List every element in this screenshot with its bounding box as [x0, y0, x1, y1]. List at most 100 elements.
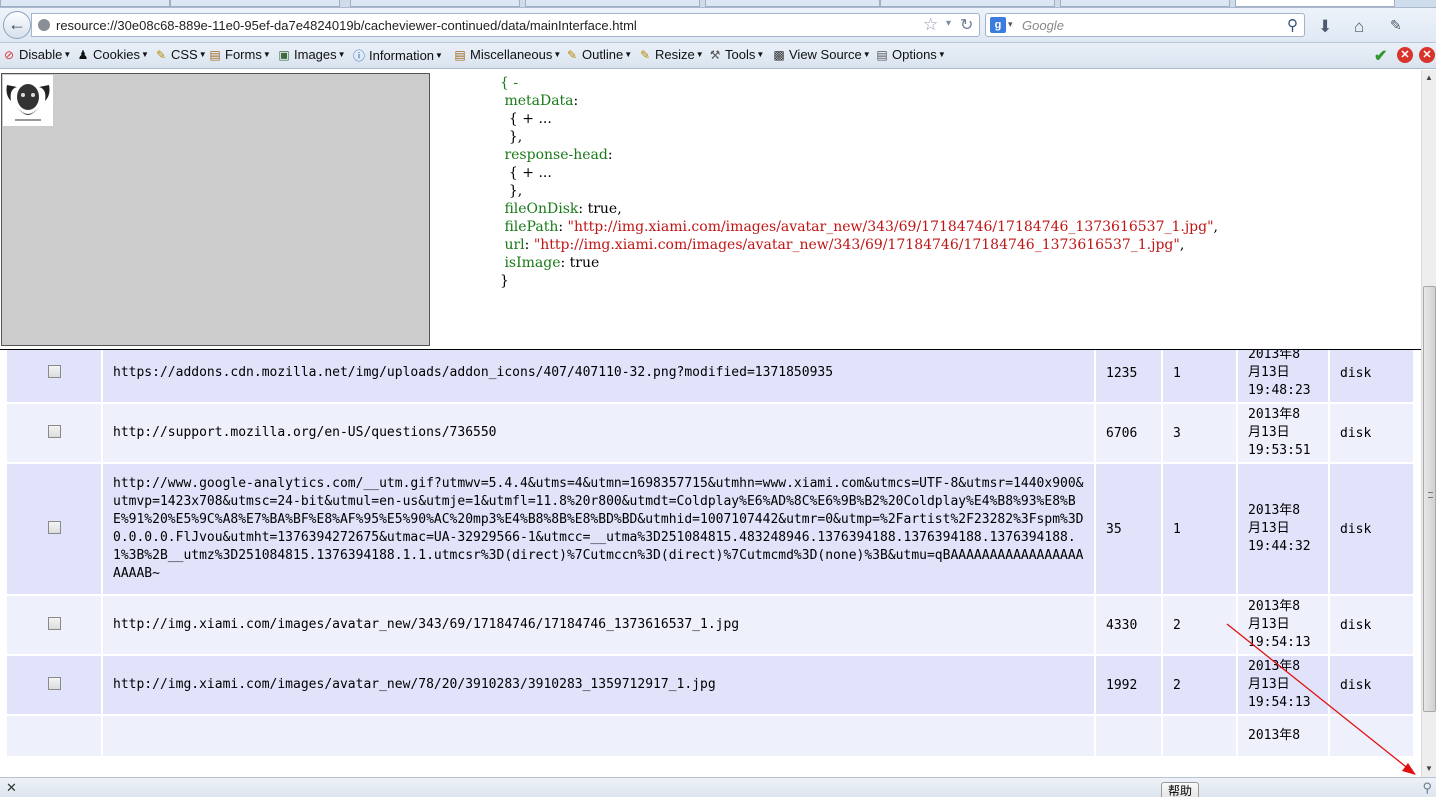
row-select-cell: [7, 404, 101, 462]
url-cell: [103, 716, 1094, 756]
navigation-bar: ← resource://30e08c68-889e-11e0-95ef-da7…: [0, 8, 1436, 43]
row-checkbox[interactable]: [47, 424, 61, 438]
scroll-up-arrow-icon[interactable]: ▲: [1425, 73, 1433, 82]
error-icon[interactable]: ✕: [1397, 47, 1413, 63]
globe-icon: [38, 19, 50, 31]
json-text: :: [573, 93, 579, 109]
json-line: { + ...: [500, 164, 1218, 182]
menu-resize[interactable]: ✎ Resize▼: [638, 47, 704, 62]
tab[interactable]: [0, 0, 170, 7]
date-line: 月13日: [1248, 365, 1290, 380]
json-line: response-head:: [500, 146, 1218, 164]
json-text: },: [504, 129, 523, 145]
close-addon-bar-icon[interactable]: ✕: [6, 780, 17, 796]
download-icon[interactable]: ⬇: [1318, 17, 1332, 37]
menu-cookies[interactable]: ♟ Cookies▼: [76, 47, 149, 62]
json-key: filePath: [504, 219, 559, 235]
row-checkbox[interactable]: [47, 676, 61, 690]
menu-css[interactable]: ✎ CSS▼: [154, 47, 207, 62]
json-line: },: [500, 128, 1218, 146]
menu-forms[interactable]: ▤ Forms▼: [208, 47, 270, 62]
resize-icon: ✎: [639, 48, 651, 62]
table-row[interactable]: http://img.xiami.com/images/avatar_new/3…: [7, 596, 1413, 654]
main-content: https://addons.mozilla.org/_files/459590…: [0, 70, 1421, 777]
home-icon[interactable]: ⌂: [1354, 17, 1364, 37]
json-line: url: "http://img.xiami.com/images/avatar…: [500, 236, 1218, 254]
url-text[interactable]: resource://30e08c68-889e-11e0-95ef-da7e4…: [56, 18, 637, 33]
tab[interactable]: [170, 0, 340, 7]
table-row[interactable]: http://www.google-analytics.com/__utm.gi…: [7, 464, 1413, 594]
json-viewer: { - metaData: { + ... }, response-head: …: [500, 74, 1218, 290]
bookmark-star-icon[interactable]: ☆: [923, 15, 938, 35]
date-line: 月13日: [1248, 617, 1290, 632]
json-text: ,: [1213, 219, 1218, 235]
count-cell: [1163, 716, 1236, 756]
json-key: metaData: [504, 93, 574, 109]
json-text: ,: [1179, 237, 1185, 253]
tab[interactable]: [1060, 0, 1230, 7]
back-button[interactable]: ←: [3, 11, 31, 39]
menu-images[interactable]: ▣ Images▼: [277, 47, 345, 62]
tab[interactable]: [525, 0, 700, 7]
search-placeholder[interactable]: Google: [1022, 18, 1064, 33]
size-cell: [1096, 716, 1161, 756]
json-line: metaData:: [500, 92, 1218, 110]
search-engine-dropdown-icon[interactable]: ▾: [1008, 19, 1013, 30]
vertical-scrollbar[interactable]: ▲ ▼: [1421, 70, 1436, 777]
menu-miscellaneous[interactable]: ▤ Miscellaneous▼: [453, 47, 561, 62]
url-cell: http://img.xiami.com/images/avatar_new/3…: [103, 596, 1094, 654]
json-string: "http://img.xiami.com/images/avatar_new/…: [533, 237, 1180, 253]
json-text: },: [504, 183, 523, 199]
tab[interactable]: [705, 0, 880, 7]
date-line: 2013年8: [1248, 728, 1301, 743]
url-cell: http://www.google-analytics.com/__utm.gi…: [103, 464, 1094, 594]
table-row[interactable]: https://addons.cdn.mozilla.net/img/uploa…: [7, 344, 1413, 402]
table-row[interactable]: http://img.xiami.com/images/avatar_new/7…: [7, 656, 1413, 714]
outline-icon: ✎: [566, 48, 578, 62]
json-line: { -: [500, 74, 1218, 92]
help-button[interactable]: 帮助: [1161, 782, 1200, 797]
url-bar[interactable]: resource://30e08c68-889e-11e0-95ef-da7e4…: [31, 13, 980, 37]
count-cell: 3: [1163, 404, 1236, 462]
menu-disable[interactable]: ⊘ Disable▼: [2, 47, 71, 62]
zoom-icon[interactable]: ⚲: [1422, 780, 1432, 796]
count-cell: 1: [1163, 344, 1236, 402]
json-text: { -: [500, 75, 519, 91]
preview-thumbnail: [3, 75, 53, 126]
size-cell: 35: [1096, 464, 1161, 594]
row-checkbox[interactable]: [47, 364, 61, 378]
reload-icon[interactable]: ↻: [960, 15, 973, 35]
search-bar[interactable]: g ▾ Google ⚲: [985, 13, 1305, 37]
menu-information[interactable]: ⓘ Information▼: [352, 47, 443, 64]
menu-view-source[interactable]: ▩ View Source▼: [772, 47, 870, 62]
table-row[interactable]: http://support.mozilla.org/en-US/questio…: [7, 404, 1413, 462]
tab[interactable]: [350, 0, 520, 7]
close-toolbar-icon[interactable]: ✕: [1419, 47, 1435, 63]
json-string: "http://img.xiami.com/images/avatar_new/…: [567, 219, 1214, 235]
css-icon: ✎: [155, 48, 167, 62]
menu-options[interactable]: ▤ Options▼: [875, 47, 945, 62]
menu-outline[interactable]: ✎ Outline▼: [565, 47, 632, 62]
json-key: url: [504, 237, 525, 253]
scroll-down-arrow-icon[interactable]: ▼: [1425, 764, 1433, 773]
scrollbar-thumb[interactable]: [1423, 286, 1436, 712]
table-row[interactable]: 2013年8: [7, 716, 1413, 756]
json-text: { + ...: [508, 111, 552, 127]
search-engine-icon[interactable]: g: [990, 17, 1006, 33]
date-cell: 2013年8 月13日 19:48:23: [1238, 344, 1328, 402]
menu-tools[interactable]: ⚒ Tools▼: [708, 47, 765, 62]
validation-ok-icon[interactable]: ✔: [1374, 46, 1387, 66]
row-checkbox[interactable]: [47, 520, 61, 534]
addon-icon[interactable]: ✎: [1390, 17, 1402, 34]
date-cell: 2013年8 月13日 19:53:51: [1238, 404, 1328, 462]
row-checkbox[interactable]: [47, 616, 61, 630]
search-icon[interactable]: ⚲: [1287, 16, 1298, 34]
history-dropdown-icon[interactable]: ▾: [946, 18, 951, 29]
tab-active[interactable]: [1235, 0, 1395, 7]
cookies-icon: ♟: [77, 48, 89, 62]
date-line: 2013年8: [1248, 659, 1301, 674]
tab[interactable]: [880, 0, 1055, 7]
json-key: fileOnDisk: [504, 201, 579, 217]
location-cell: disk: [1330, 344, 1413, 402]
date-line: 19:48:23: [1248, 383, 1311, 398]
